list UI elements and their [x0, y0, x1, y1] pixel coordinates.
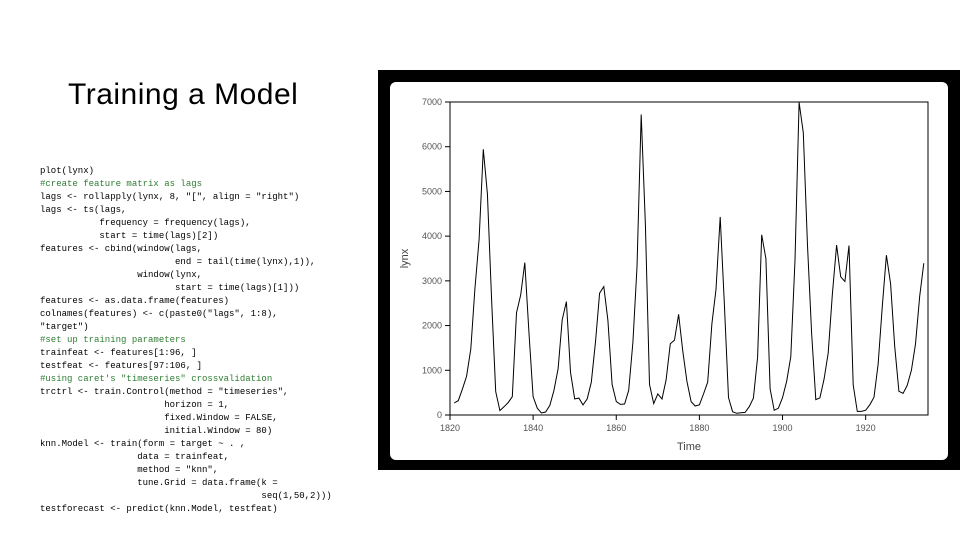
y-tick-label: 7000 — [422, 97, 442, 107]
code-line: #create feature matrix as lags — [40, 179, 202, 189]
x-tick-label: 1880 — [689, 423, 709, 433]
y-tick-label: 1000 — [422, 365, 442, 375]
code-line: testforecast <- predict(knn.Model, testf… — [40, 504, 278, 514]
plot-frame — [450, 102, 928, 415]
code-line: horizon = 1, — [40, 400, 229, 410]
code-line: initial.Window = 80) — [40, 426, 272, 436]
x-axis-label: Time — [677, 441, 701, 453]
x-tick-label: 1840 — [523, 423, 543, 433]
y-tick-label: 6000 — [422, 142, 442, 152]
slide: Training a Model plot(lynx) #create feat… — [0, 0, 960, 540]
slide-title: Training a Model — [68, 78, 298, 112]
code-line: method = "knn", — [40, 465, 218, 475]
code-line: start = time(lags)[2]) — [40, 231, 218, 241]
code-line: window(lynx, — [40, 270, 202, 280]
code-line: features <- as.data.frame(features) — [40, 296, 229, 306]
code-line: trctrl <- train.Control(method = "timese… — [40, 387, 288, 397]
code-line: lags <- ts(lags, — [40, 205, 126, 215]
code-line: trainfeat <- features[1:96, ] — [40, 348, 197, 358]
code-line: start = time(lags)[1])) — [40, 283, 299, 293]
code-line: #using caret's "timeseries" crossvalidat… — [40, 374, 272, 384]
code-line: colnames(features) <- c(paste0("lags", 1… — [40, 309, 278, 319]
y-tick-label: 4000 — [422, 231, 442, 241]
code-line: seq(1,50,2))) — [40, 491, 332, 501]
code-line: tune.Grid = data.frame(k = — [40, 478, 278, 488]
x-tick-label: 1920 — [856, 423, 876, 433]
x-tick-label: 1820 — [440, 423, 460, 433]
x-tick-label: 1900 — [773, 423, 793, 433]
lynx-plot: 1820 1840 1860 1880 1900 1920 0 1000 2000 3000 400… — [390, 82, 948, 460]
code-line: fixed.Window = FALSE, — [40, 413, 278, 423]
y-tick-label: 5000 — [422, 186, 442, 196]
code-line: frequency = frequency(lags), — [40, 218, 251, 228]
series-line — [454, 102, 924, 413]
y-tick-label: 0 — [437, 410, 442, 420]
code-line: data = trainfeat, — [40, 452, 229, 462]
code-line: testfeat <- features[97:106, ] — [40, 361, 202, 371]
code-line: knn.Model <- train(form = target ~ . , — [40, 439, 245, 449]
y-tick-label: 3000 — [422, 276, 442, 286]
y-axis-label: lynx — [399, 248, 411, 268]
code-line: "target") — [40, 322, 89, 332]
code-line: features <- cbind(window(lags, — [40, 244, 202, 254]
code-line: plot(lynx) — [40, 166, 94, 176]
code-line: end = tail(time(lynx),1)), — [40, 257, 315, 267]
x-tick-label: 1860 — [606, 423, 626, 433]
code-line: #set up training parameters — [40, 335, 186, 345]
y-tick-label: 2000 — [422, 321, 442, 331]
code-line: lags <- rollapply(lynx, 8, "[", align = … — [40, 192, 299, 202]
